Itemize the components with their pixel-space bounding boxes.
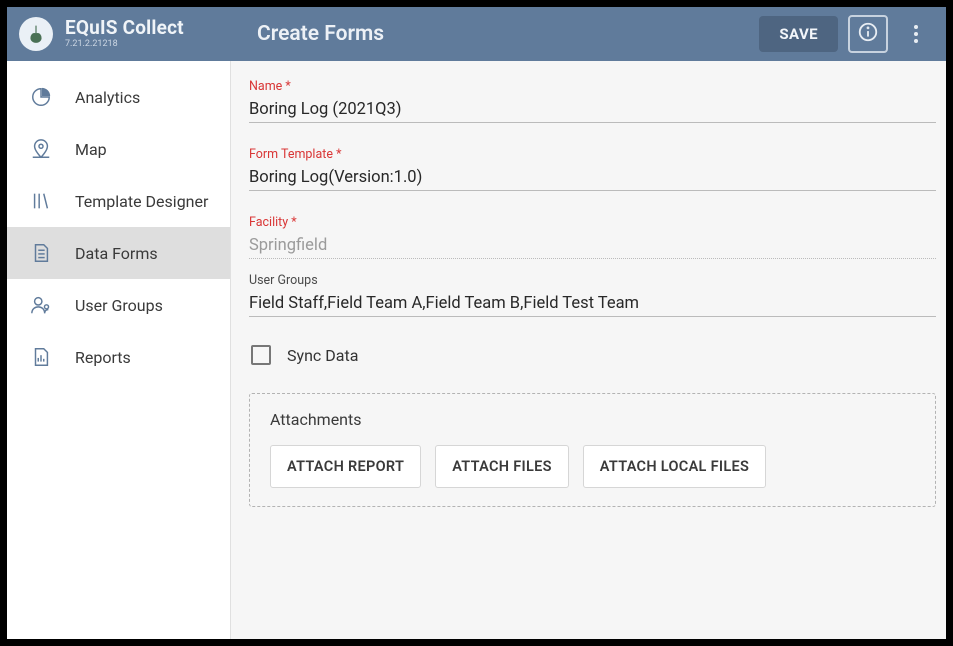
brand-title: EQuIS Collect [65, 18, 184, 39]
save-button[interactable]: SAVE [759, 16, 838, 52]
attach-buttons-row: ATTACH REPORT ATTACH FILES ATTACH LOCAL … [270, 445, 915, 488]
app-window: EQuIS Collect 7.21.2.21218 Create Forms … [0, 0, 953, 646]
attach-local-files-button[interactable]: ATTACH LOCAL FILES [583, 445, 766, 488]
sidebar-item-label: Reports [75, 348, 131, 367]
form-template-input[interactable] [249, 164, 936, 191]
form-template-label: Form Template [249, 147, 936, 162]
sidebar-item-template-designer[interactable]: Template Designer [7, 175, 230, 227]
brand-area: EQuIS Collect 7.21.2.21218 [7, 17, 231, 51]
attachments-panel: Attachments ATTACH REPORT ATTACH FILES A… [249, 393, 936, 507]
map-pin-icon [29, 137, 53, 161]
field-user-groups: User Groups [249, 273, 936, 317]
sidebar-item-label: Analytics [75, 88, 140, 107]
sidebar: Analytics Map Template Designer Data For… [7, 61, 231, 639]
sync-data-row: Sync Data [251, 345, 934, 365]
sidebar-item-reports[interactable]: Reports [7, 331, 230, 383]
field-facility: Facility [249, 215, 936, 259]
brand-text: EQuIS Collect 7.21.2.21218 [65, 18, 184, 50]
sidebar-item-label: Map [75, 140, 107, 159]
sidebar-item-label: User Groups [75, 296, 163, 315]
more-vertical-icon [914, 25, 918, 43]
sidebar-item-label: Template Designer [75, 192, 208, 211]
app-header: EQuIS Collect 7.21.2.21218 Create Forms … [7, 7, 946, 61]
field-name: Name [249, 79, 936, 123]
users-icon [29, 293, 53, 317]
sidebar-item-map[interactable]: Map [7, 123, 230, 175]
chart-pie-icon [29, 85, 53, 109]
sidebar-item-user-groups[interactable]: User Groups [7, 279, 230, 331]
app-body: Analytics Map Template Designer Data For… [7, 61, 946, 639]
sync-data-checkbox[interactable] [251, 345, 271, 365]
sync-data-label: Sync Data [287, 346, 358, 365]
name-label: Name [249, 79, 936, 94]
facility-label: Facility [249, 215, 936, 230]
brand-version: 7.21.2.21218 [65, 40, 184, 50]
more-menu-button[interactable] [896, 15, 936, 53]
sidebar-item-label: Data Forms [75, 244, 158, 263]
sidebar-item-data-forms[interactable]: Data Forms [7, 227, 230, 279]
name-input[interactable] [249, 96, 936, 123]
sidebar-item-analytics[interactable]: Analytics [7, 71, 230, 123]
field-form-template: Form Template [249, 147, 936, 191]
attach-files-button[interactable]: ATTACH FILES [435, 445, 569, 488]
page-title: Create Forms [257, 22, 384, 46]
user-groups-input[interactable] [249, 290, 936, 317]
report-icon [29, 345, 53, 369]
attach-report-button[interactable]: ATTACH REPORT [270, 445, 421, 488]
info-icon [857, 21, 879, 47]
file-text-icon [29, 241, 53, 265]
form-content: Name Form Template Facility User Groups … [231, 61, 946, 639]
books-icon [29, 189, 53, 213]
user-groups-label: User Groups [249, 273, 936, 288]
info-button[interactable] [848, 15, 888, 53]
brand-logo-icon [19, 17, 53, 51]
facility-input[interactable] [249, 232, 936, 259]
attachments-title: Attachments [270, 410, 915, 429]
